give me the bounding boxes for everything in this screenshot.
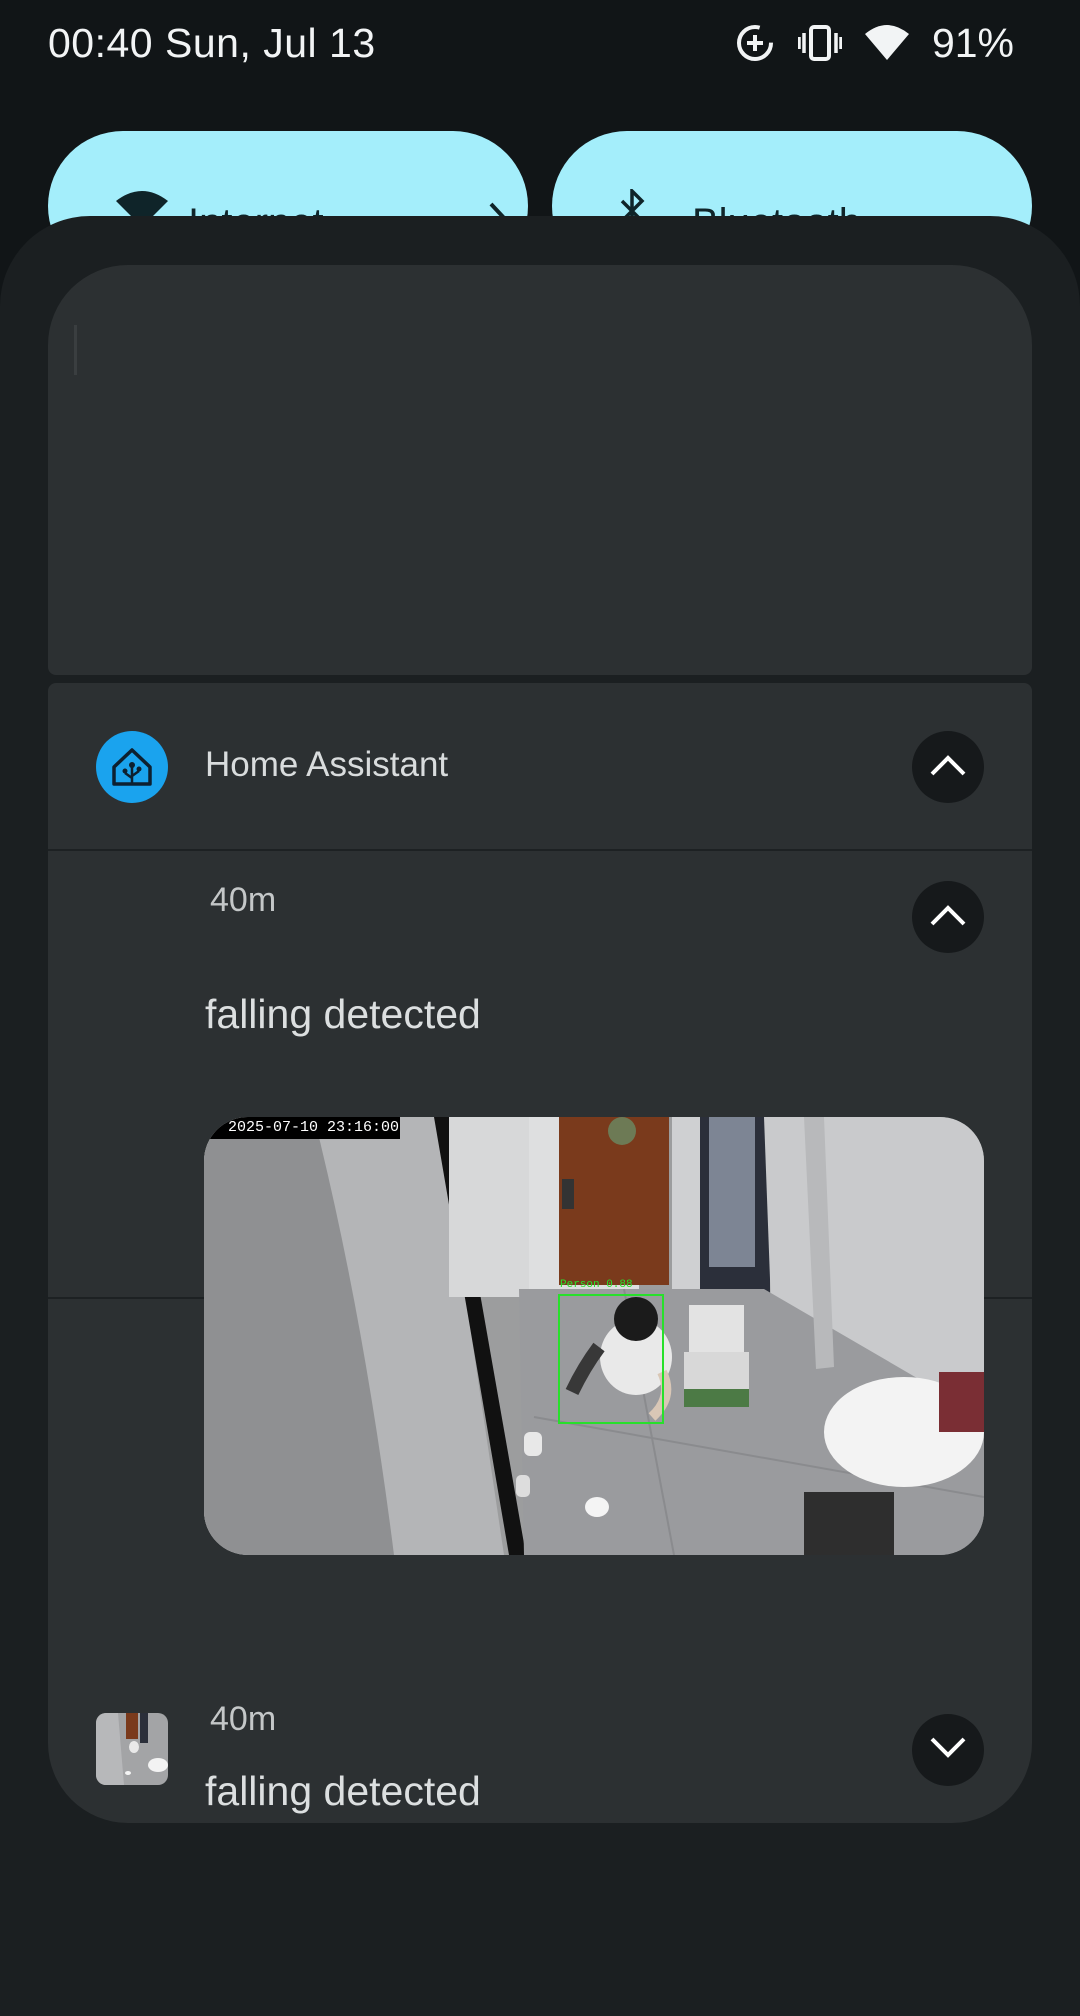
- expand-message-button[interactable]: [912, 1714, 984, 1786]
- battery-level: 91%: [931, 19, 1014, 66]
- media-progress-sliver: [74, 325, 77, 375]
- collapse-message-button[interactable]: [912, 881, 984, 953]
- message-title: falling detected: [205, 991, 481, 1037]
- media-player-card[interactable]: [48, 265, 1032, 675]
- message-time: 40m: [210, 881, 277, 919]
- chevron-up-icon: [929, 903, 967, 932]
- notification-message-collapsed[interactable]: 40m falling detected: [48, 1618, 1032, 1823]
- chevron-down-icon: [929, 1736, 967, 1765]
- message-title: falling detected: [205, 1768, 481, 1814]
- wifi-icon: [864, 24, 910, 62]
- status-time: 00:40: [48, 20, 154, 66]
- notification-app-header[interactable]: Home Assistant: [48, 683, 1032, 851]
- notification-card[interactable]: Home Assistant 40m falling detected 2025…: [48, 683, 1032, 1823]
- detection-label: Person 0.88: [560, 1279, 633, 1291]
- app-name: Home Assistant: [205, 745, 449, 784]
- chevron-up-icon: [929, 753, 967, 782]
- home-assistant-icon: [96, 731, 168, 803]
- message-time: 40m: [210, 1700, 277, 1738]
- data-saver-icon: [734, 22, 776, 64]
- notification-message-expanded[interactable]: 40m falling detected 2025-07-10 23:16:00…: [48, 851, 1032, 1555]
- vibrate-icon: [797, 23, 842, 63]
- status-clock: 00:40 Sun, Jul 13: [48, 20, 376, 67]
- camera-snapshot-image[interactable]: 2025-07-10 23:16:00 Person 0.88: [204, 1117, 984, 1555]
- collapse-group-button[interactable]: [912, 731, 984, 803]
- status-bar: 00:40 Sun, Jul 13 91%: [0, 0, 1080, 90]
- message-thumbnail: [96, 1713, 168, 1785]
- snapshot-timestamp: 2025-07-10 23:16:00: [228, 1119, 400, 1136]
- status-date: Sun, Jul 13: [165, 20, 376, 66]
- status-icons: 91%: [734, 18, 1014, 68]
